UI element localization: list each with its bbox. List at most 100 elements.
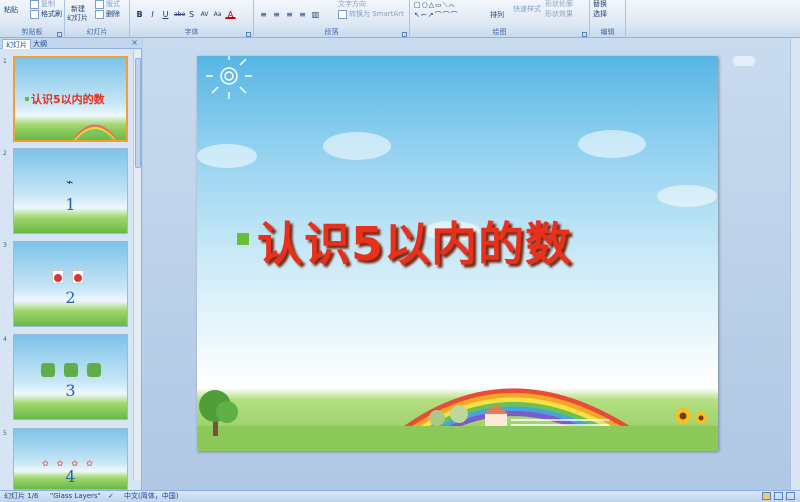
shape-outline-button[interactable]: 形状轮廓: [545, 0, 573, 9]
slides-group: 新建 幻灯片 版式 删除 幻灯片: [65, 0, 130, 38]
paragraph-label: 段落: [324, 28, 339, 36]
slides-label: 幻灯片: [86, 28, 108, 36]
brush-icon: [30, 9, 39, 19]
new-slide-dropdown[interactable]: 幻灯片: [67, 13, 88, 23]
thumb-number: 1: [65, 195, 76, 214]
paste-button[interactable]: 粘贴: [4, 5, 18, 15]
clipboard-launcher-icon[interactable]: [57, 32, 62, 37]
thumb-number: 2: [65, 288, 76, 307]
slide-number: 3: [3, 242, 7, 249]
alignment-row: ≡ ≡ ≡ ≡ ▥: [258, 8, 321, 19]
slideshow-icon[interactable]: [786, 492, 795, 500]
drawing-group: □○△▭⟍⌒ ↖⌐↗⌒⌒⌒ 排列 快速样式 形状轮廓 形状效果 绘图: [410, 0, 590, 38]
shapes-gallery[interactable]: □○△▭⟍⌒: [414, 1, 455, 10]
strawberry-card-icon: [72, 270, 84, 284]
font-color-button[interactable]: A: [225, 8, 236, 19]
copy-button[interactable]: 复制: [30, 0, 55, 9]
panel-tabs: 幻灯片 大纲 ×: [0, 38, 142, 49]
sunflower-icon: [675, 408, 707, 424]
scrollbar-thumb[interactable]: [135, 58, 141, 168]
bush-icon: [429, 410, 445, 426]
close-icon[interactable]: ×: [131, 38, 138, 47]
status-bar: 幻灯片 1/6 "Glass Layers" ✓ 中文(简体，中国): [0, 490, 800, 502]
arrange-button[interactable]: 排列: [490, 10, 504, 20]
thumb-number: 3: [65, 381, 76, 400]
strikethrough-button[interactable]: abe: [173, 8, 185, 19]
slide-thumbnail-3[interactable]: 2: [13, 241, 128, 327]
paragraph-launcher-icon[interactable]: [402, 32, 407, 37]
delete-icon: [95, 9, 104, 19]
sun-icon: [206, 56, 252, 99]
bullet-icon: [25, 97, 29, 101]
theme-name: "Glass Layers": [50, 492, 101, 500]
strawberry-card-icon: [52, 270, 64, 284]
leaf-card-icon: [87, 363, 101, 377]
align-left-icon[interactable]: ≡: [258, 8, 269, 19]
slide-sorter-icon[interactable]: [774, 492, 783, 500]
align-right-icon[interactable]: ≡: [284, 8, 295, 19]
italic-button[interactable]: I: [147, 8, 158, 19]
underline-button[interactable]: U: [160, 8, 171, 19]
font-format-row: B I U abe S AV Aa A: [134, 8, 236, 19]
ribbon: 粘贴 复制 格式刷 剪贴板 新建 幻灯片 版式 删除 幻灯片 B I U abe…: [0, 0, 800, 38]
text-direction-button[interactable]: 文字方向: [338, 0, 366, 9]
slide-title[interactable]: 认识5以内的数: [257, 208, 572, 274]
bush-icon: [450, 405, 468, 423]
thumb-number: 4: [65, 467, 76, 486]
font-group: B I U abe S AV Aa A 字体: [130, 0, 254, 38]
format-painter-button[interactable]: 格式刷: [30, 9, 62, 19]
align-center-icon[interactable]: ≡: [271, 8, 282, 19]
slide-canvas[interactable]: 认识5以内的数: [197, 56, 718, 451]
editing-group: 替换 选择 编辑: [590, 0, 626, 38]
slide-thumbnail-1[interactable]: 认识5以内的数: [13, 56, 128, 142]
cloud-decoration: [733, 56, 755, 66]
slide-count: 幻灯片 1/6: [4, 492, 39, 500]
bold-button[interactable]: B: [134, 8, 145, 19]
slide-number: 1: [3, 58, 7, 65]
select-button[interactable]: 选择: [593, 9, 607, 19]
shadow-button[interactable]: S: [186, 8, 197, 19]
slide-thumbnail-2[interactable]: ⌁ 1: [13, 148, 128, 234]
delete-slide-button[interactable]: 删除: [95, 9, 120, 19]
font-launcher-icon[interactable]: [246, 32, 251, 37]
normal-view-icon[interactable]: [762, 492, 771, 500]
leaf-card-icon: [41, 363, 55, 377]
panel-scrollbar[interactable]: [133, 50, 141, 480]
slide-thumbnail-4[interactable]: 3: [13, 334, 128, 420]
smartart-icon: [338, 9, 347, 19]
change-case-button[interactable]: Aa: [212, 8, 223, 19]
spellcheck-icon[interactable]: ✓: [108, 491, 114, 502]
leaf-card-icon: [64, 363, 78, 377]
drawing-label: 绘图: [492, 28, 507, 36]
tab-outline[interactable]: 大纲: [30, 39, 50, 49]
font-label: 字体: [184, 28, 199, 36]
shapes-gallery-row2[interactable]: ↖⌐↗⌒⌒⌒: [414, 10, 459, 20]
drawing-launcher-icon[interactable]: [582, 32, 587, 37]
editing-label: 编辑: [600, 28, 615, 36]
convert-smartart-button[interactable]: 转换为 SmartArt: [338, 9, 404, 19]
clipboard-label: 剪贴板: [21, 28, 43, 36]
layout-icon: [95, 0, 104, 9]
slide-number: 2: [3, 150, 7, 157]
quick-styles-button[interactable]: 快速样式: [513, 4, 541, 14]
grass: [197, 426, 718, 451]
columns-icon[interactable]: ▥: [310, 8, 321, 19]
slides-panel: 幻灯片 大纲 × 1 认识5以内的数 2 ⌁ 1 3 2 4 3 5 ✿✿✿✿ …: [0, 38, 142, 490]
clipboard-group: 粘贴 复制 格式刷 剪贴板: [0, 0, 65, 38]
replace-button[interactable]: 替换: [593, 0, 607, 9]
slide-number: 4: [3, 336, 7, 343]
char-spacing-button[interactable]: AV: [199, 8, 210, 19]
thumb-title: 认识5以内的数: [31, 93, 105, 106]
layout-button[interactable]: 版式: [95, 0, 120, 9]
shape-effects-button[interactable]: 形状效果: [545, 9, 573, 19]
slide-thumbnail-5[interactable]: ✿✿✿✿ 4: [13, 428, 128, 490]
copy-icon: [30, 0, 39, 9]
paragraph-group: ≡ ≡ ≡ ≡ ▥ 文字方向 转换为 SmartArt 段落: [254, 0, 410, 38]
bullet-icon: [237, 233, 249, 245]
bird-icon: ⌁: [66, 175, 74, 189]
slide-number: 5: [3, 430, 7, 437]
vertical-scrollbar[interactable]: [790, 38, 800, 490]
tab-slides[interactable]: 幻灯片: [2, 39, 31, 49]
language-indicator[interactable]: 中文(简体，中国): [124, 491, 178, 502]
justify-icon[interactable]: ≡: [297, 8, 308, 19]
